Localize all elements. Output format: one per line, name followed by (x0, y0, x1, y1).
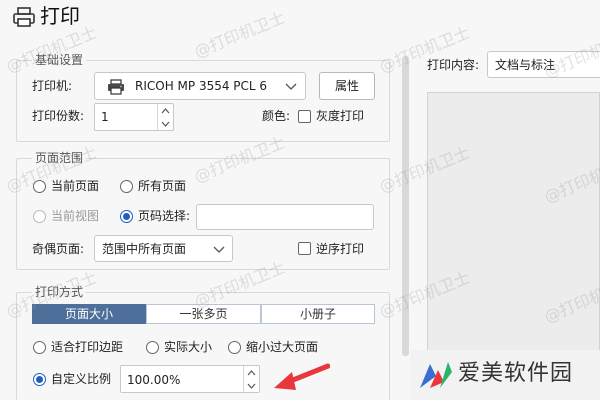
custom-scale-label: 自定义比例 (51, 372, 112, 386)
current-page-radio[interactable] (33, 180, 46, 193)
brand-name: 爱美软件园 (458, 361, 574, 386)
printer-select[interactable]: RICOH MP 3554 PCL 6 (94, 72, 306, 100)
fit-margins-label: 适合打印边距 (51, 340, 124, 354)
chevron-up-icon[interactable] (161, 108, 170, 114)
odd-even-label: 奇偶页面: (32, 242, 85, 256)
grayscale-checkbox[interactable] (298, 110, 311, 123)
print-content-label: 打印内容: (427, 58, 480, 72)
print-method-legend: 打印方式 (32, 285, 87, 299)
actual-size-radio[interactable] (146, 341, 159, 354)
page-select-label: 页码选择: (138, 209, 191, 223)
fit-margins-radio[interactable] (33, 341, 46, 354)
chevron-down-icon (213, 246, 225, 253)
copies-stepper[interactable]: 1 (94, 103, 174, 131)
brand-logo-icon (420, 362, 452, 388)
window-title: 打印 (40, 4, 80, 28)
title-bar: 打印 (0, 0, 600, 34)
copies-label: 打印份数: (32, 109, 85, 123)
reverse-print-checkbox[interactable] (298, 242, 311, 255)
odd-even-value: 范围中所有页面 (102, 242, 187, 256)
color-label: 颜色: (262, 109, 291, 123)
all-pages-label: 所有页面 (138, 179, 187, 193)
current-view-radio[interactable] (33, 210, 46, 223)
printer-label: 打印机: (32, 79, 73, 93)
copies-value: 1 (101, 110, 109, 124)
scale-stepper-arrows[interactable] (243, 366, 259, 392)
odd-even-select[interactable]: 范围中所有页面 (94, 235, 233, 262)
settings-scrollbar[interactable] (402, 56, 409, 356)
scale-value: 100.00% (127, 373, 181, 387)
current-page-label: 当前页面 (51, 179, 100, 193)
shrink-oversized-label: 缩小过大页面 (246, 340, 319, 354)
current-view-label: 当前视图 (51, 209, 100, 223)
shrink-oversized-radio[interactable] (228, 341, 241, 354)
tab-booklet[interactable]: 小册子 (261, 304, 375, 324)
properties-button[interactable]: 属性 (319, 72, 375, 100)
grayscale-label: 灰度打印 (316, 109, 365, 123)
page-select-input[interactable] (196, 204, 374, 230)
page-range-legend: 页面范围 (32, 151, 87, 165)
page-select-radio[interactable] (120, 210, 133, 223)
printer-icon (13, 7, 35, 27)
chevron-down-icon (285, 83, 297, 90)
print-content-select[interactable]: 文档与标注 (487, 51, 600, 78)
printer-value: RICOH MP 3554 PCL 6 (135, 79, 268, 93)
custom-scale-radio[interactable] (33, 373, 46, 386)
chevron-down-icon[interactable] (161, 121, 170, 127)
copies-stepper-arrows[interactable] (157, 104, 173, 130)
basic-settings-legend: 基础设置 (32, 53, 87, 67)
actual-size-label: 实际大小 (164, 340, 213, 354)
all-pages-radio[interactable] (120, 180, 133, 193)
reverse-print-label: 逆序打印 (316, 242, 365, 256)
print-content-value: 文档与标注 (495, 58, 556, 72)
red-arrow-icon (274, 363, 330, 390)
chevron-up-icon[interactable] (247, 370, 256, 376)
chevron-down-icon[interactable] (247, 383, 256, 389)
tab-multiple-pages[interactable]: 一张多页 (146, 304, 261, 324)
scale-stepper[interactable]: 100.00% (120, 365, 260, 393)
printer-device-icon (108, 79, 124, 95)
tab-page-size[interactable]: 页面大小 (32, 304, 146, 324)
